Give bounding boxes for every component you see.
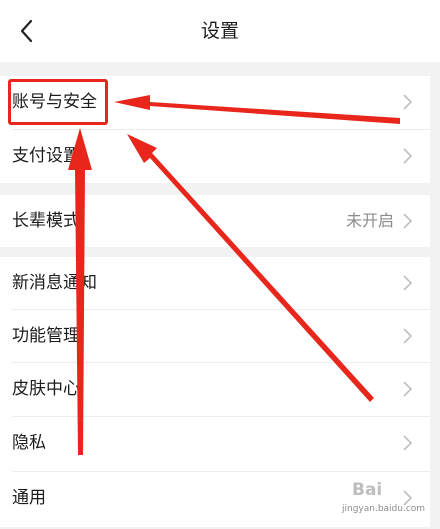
settings-row-notifications[interactable]: 新消息通知: [0, 257, 430, 309]
row-label: 长辈模式: [12, 211, 80, 231]
chevron-right-icon: [403, 94, 413, 110]
settings-row-feature-management[interactable]: 功能管理: [0, 310, 430, 362]
settings-row-skin-center[interactable]: 皮肤中心: [0, 363, 430, 415]
row-label: 新消息通知: [12, 273, 97, 293]
row-label: 支付设置: [12, 146, 80, 166]
section-gap: [0, 183, 440, 195]
settings-row-elder-mode[interactable]: 长辈模式 未开启: [0, 195, 430, 247]
row-label: 隐私: [12, 433, 46, 453]
chevron-right-icon: [403, 148, 413, 164]
right-edge-strip: [430, 62, 440, 529]
section-gap: [0, 62, 440, 76]
settings-row-payment[interactable]: 支付设置: [0, 130, 430, 182]
annotation-highlight-box: [8, 79, 108, 125]
chevron-right-icon: [403, 328, 413, 344]
page-title: 设置: [200, 20, 239, 42]
header-bar: 设置: [0, 0, 440, 62]
chevron-right-icon: [403, 381, 413, 397]
chevron-right-icon: [403, 213, 413, 229]
baidu-watermark: Bai jingyan.baidu.com: [342, 478, 432, 522]
settings-row-privacy[interactable]: 隐私: [0, 417, 430, 469]
watermark-text: Bai: [352, 480, 383, 500]
chevron-right-icon: [403, 435, 413, 451]
row-status-value: 未开启: [345, 211, 394, 230]
chevron-right-icon: [403, 275, 413, 291]
watermark-url: jingyan.baidu.com: [342, 504, 426, 514]
row-label: 功能管理: [12, 326, 80, 346]
row-label: 通用: [12, 488, 46, 508]
row-label: 皮肤中心: [12, 379, 80, 399]
section-gap: [0, 247, 440, 257]
